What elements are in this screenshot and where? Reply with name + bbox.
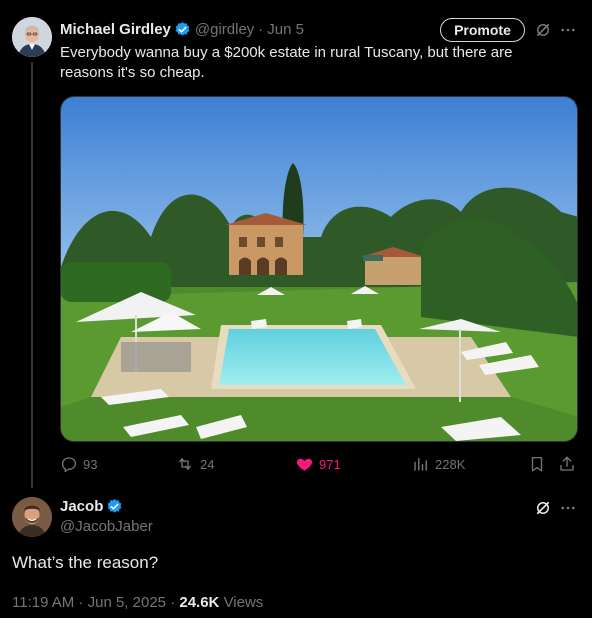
- views-button[interactable]: 228K: [412, 453, 465, 475]
- share-icon: [560, 456, 574, 471]
- repost-button[interactable]: 24: [175, 453, 214, 475]
- reply-author-name[interactable]: Jacob: [60, 498, 103, 515]
- reply-time[interactable]: 11:19 AM: [12, 594, 74, 611]
- reply-date[interactable]: Jun 5, 2025: [88, 594, 166, 611]
- more-options-icon[interactable]: [558, 20, 578, 40]
- repost-count: 24: [200, 456, 215, 472]
- reply-button[interactable]: 93: [60, 453, 97, 475]
- views-count: 228K: [435, 456, 466, 472]
- reply-author-handle[interactable]: @JacobJaber: [60, 518, 153, 535]
- meta-separator: ·: [78, 594, 84, 611]
- reply-text: What’s the reason?: [12, 553, 159, 572]
- analytics-icon: [414, 458, 427, 471]
- reply-views-label: Views: [223, 594, 264, 611]
- bookmark-icon: [531, 456, 543, 472]
- reply-avatar[interactable]: [12, 497, 52, 537]
- author-name[interactable]: Michael Girdley: [60, 21, 171, 38]
- thread-connector-line: [31, 62, 33, 488]
- like-button[interactable]: 971: [295, 453, 341, 475]
- avatar[interactable]: [12, 17, 52, 57]
- heart-filled-icon: [296, 458, 313, 471]
- meta-separator: ·: [170, 594, 176, 611]
- tweet-header: Michael Girdley @girdley · Jun 5: [60, 18, 304, 40]
- like-count: 971: [319, 456, 341, 472]
- promote-button[interactable]: Promote: [440, 18, 525, 42]
- author-handle[interactable]: @girdley: [195, 21, 254, 38]
- reply-count: 93: [83, 456, 98, 472]
- tweet-media-photo[interactable]: [60, 96, 578, 442]
- repost-icon: [179, 458, 191, 470]
- reply-metadata: 11:19 AM · Jun 5, 2025 · 24.6K Views: [12, 594, 263, 611]
- grok-icon[interactable]: [533, 20, 553, 40]
- bookmark-button[interactable]: [528, 453, 551, 475]
- header-separator: ·: [258, 20, 264, 38]
- reply-views-count: 24.6K: [179, 594, 220, 611]
- verified-badge-icon: [174, 21, 191, 38]
- reply-header: Jacob @JacobJaber: [60, 498, 153, 535]
- verified-badge-icon: [106, 498, 123, 515]
- tweet-date[interactable]: Jun 5: [267, 21, 304, 38]
- tweet-action-bar: 93 24 971 228K: [60, 453, 578, 475]
- grok-icon[interactable]: [533, 498, 553, 518]
- tweet-text: Everybody wanna buy a $200k estate in ru…: [60, 44, 513, 81]
- share-button[interactable]: [558, 453, 581, 475]
- reply-icon: [61, 457, 77, 473]
- more-options-icon[interactable]: [558, 498, 578, 518]
